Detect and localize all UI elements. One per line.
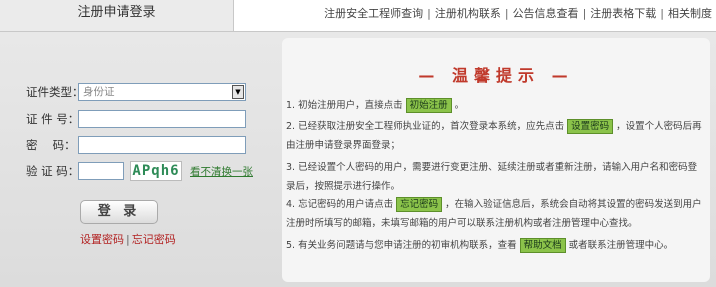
nav-agency-contact[interactable]: 注册机构联系 <box>435 7 501 20</box>
cert-type-select[interactable]: 身份证 ▼ <box>78 83 246 101</box>
notice-step-1: 1. 初始注册用户，直接点击 初始注册 。 <box>286 96 704 115</box>
top-nav: 注册安全工程师查询 | 注册机构联系 | 公告信息查看 | 注册表格下载 | 相关制度 <box>324 7 712 20</box>
cert-no-row: 证 件 号： <box>26 109 246 129</box>
nav-forms-download[interactable]: 注册表格下载 <box>590 7 656 20</box>
password-label: 密 码： <box>26 138 76 152</box>
notice-title: — 温馨提示 — <box>418 66 574 85</box>
forgot-password-link[interactable]: 忘记密码 <box>132 233 176 246</box>
step-text: 4. 忘记密码的用户请点击 <box>286 199 394 210</box>
notice-step-4: 4. 忘记密码的用户请点击 忘记密码 ，在输入验证信息后，系统会自动将其设置的密… <box>286 195 704 233</box>
initial-register-button[interactable]: 初始注册 <box>405 98 452 113</box>
captcha-label: 验 证 码： <box>26 164 80 178</box>
account-links: 设置密码 | 忘记密码 <box>80 233 176 246</box>
set-password-button[interactable]: 设置密码 <box>567 119 614 134</box>
step-text: 。 <box>454 100 465 111</box>
nav-regulations[interactable]: 相关制度 <box>668 7 712 20</box>
nav-engineer-query[interactable]: 注册安全工程师查询 <box>324 7 423 20</box>
forgot-password-button[interactable]: 忘记密码 <box>396 197 443 212</box>
notice-box: — 温馨提示 — 1. 初始注册用户，直接点击 初始注册 。 2. 已经获取注册… <box>282 38 710 282</box>
captcha-input[interactable] <box>78 162 124 180</box>
set-password-link[interactable]: 设置密码 <box>80 233 124 246</box>
step-text: 3. 已经设置个人密码的用户，需要进行变更注册、延续注册或者重新注册，请输入用户… <box>286 162 698 192</box>
step-text: 5. 有关业务问题请与您申请注册的初审机构联系，查看 <box>286 240 517 251</box>
notice-step-2: 2. 已经获取注册安全工程师执业证的，首次登录本系统，应先点击 设置密码 ，设置… <box>286 117 704 155</box>
nav-announcements[interactable]: 公告信息查看 <box>513 7 579 20</box>
tab-bar: 注册申请登录 注册安全工程师查询 | 注册机构联系 | 公告信息查看 | 注册表格下载 | 相关… <box>0 0 716 32</box>
captcha-row: 验 证 码： APqh6 看不清换一张 <box>26 161 253 181</box>
captcha-refresh-link[interactable]: 看不清换一张 <box>190 164 253 179</box>
cert-no-input[interactable] <box>78 110 246 128</box>
login-form: 证件类型： 身份证 ▼ 证 件 号： 密 码： 验 证 码： APqh6 看不清… <box>0 32 280 287</box>
help-doc-button[interactable]: 帮助文档 <box>519 238 566 253</box>
tab-register-login[interactable]: 注册申请登录 <box>0 0 234 32</box>
cert-type-value: 身份证 <box>83 86 115 98</box>
cert-type-row: 证件类型： 身份证 ▼ <box>26 82 246 102</box>
cert-type-label: 证件类型： <box>26 85 84 99</box>
step-text: 1. 初始注册用户，直接点击 <box>286 100 403 111</box>
password-row: 密 码： <box>26 135 246 155</box>
captcha-image: APqh6 <box>130 161 182 181</box>
login-button[interactable]: 登 录 <box>80 200 158 224</box>
cert-no-label: 证 件 号： <box>26 112 80 126</box>
notice-step-5: 5. 有关业务问题请与您申请注册的初审机构联系，查看 帮助文档 或者联系注册管理… <box>286 236 704 255</box>
password-input[interactable] <box>78 136 246 154</box>
notice-step-3: 3. 已经设置个人密码的用户，需要进行变更注册、延续注册或者重新注册，请输入用户… <box>286 158 704 196</box>
step-text: 或者联系注册管理中心。 <box>568 240 674 251</box>
main-panel: 证件类型： 身份证 ▼ 证 件 号： 密 码： 验 证 码： APqh6 看不清… <box>0 31 716 287</box>
step-text: 2. 已经获取注册安全工程师执业证的，首次登录本系统，应先点击 <box>286 121 565 132</box>
chevron-down-icon[interactable]: ▼ <box>232 85 244 99</box>
